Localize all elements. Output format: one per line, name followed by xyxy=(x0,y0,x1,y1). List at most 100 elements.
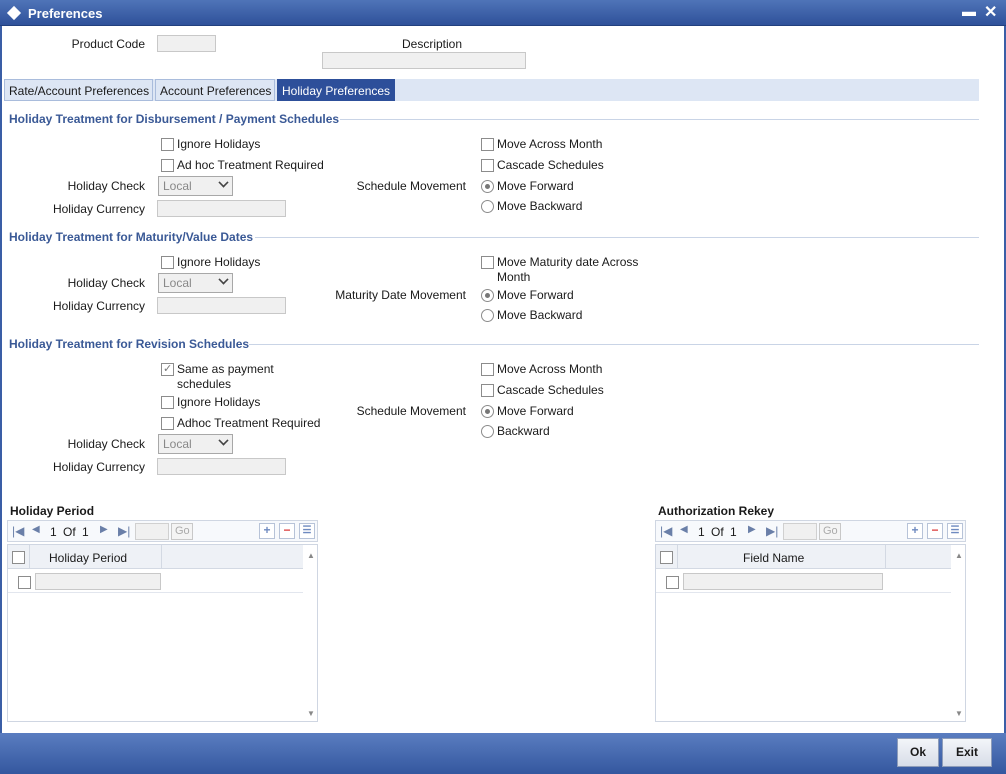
move-across-month-label: Move Across Month xyxy=(497,137,603,151)
same-as-payment-checkbox[interactable] xyxy=(161,362,174,376)
holiday-currency-label: Holiday Currency xyxy=(52,202,145,216)
window-title: Preferences xyxy=(28,6,103,21)
tab-account-preferences[interactable]: Account Preferences xyxy=(155,79,275,101)
backward-radio[interactable] xyxy=(481,425,494,438)
scroll-down-icon[interactable]: ▼ xyxy=(307,709,315,718)
move-forward-radio[interactable] xyxy=(481,289,494,302)
ignore-holidays-checkbox[interactable] xyxy=(161,138,174,151)
cascade-schedules-checkbox[interactable] xyxy=(481,384,494,397)
move-backward-radio[interactable] xyxy=(481,200,494,213)
schedule-movement-label: Schedule Movement xyxy=(356,404,466,418)
go-button[interactable]: Go xyxy=(171,523,193,540)
holiday-check-select[interactable]: Local xyxy=(158,434,233,454)
first-page-icon[interactable]: |◀ xyxy=(660,524,672,538)
move-backward-radio[interactable] xyxy=(481,309,494,322)
page-of-label: Of xyxy=(711,525,724,539)
scroll-up-icon[interactable]: ▲ xyxy=(307,551,315,560)
holiday-period-grid-title: Holiday Period xyxy=(10,504,95,518)
move-forward-radio[interactable] xyxy=(481,405,494,418)
grid-header-row: Field Name xyxy=(656,545,951,569)
table-row xyxy=(8,569,303,593)
next-page-icon[interactable]: ▶ xyxy=(100,524,108,535)
minimize-icon[interactable]: ▬ xyxy=(962,3,976,19)
prev-page-icon[interactable]: ◀ xyxy=(680,524,688,535)
cascade-schedules-checkbox[interactable] xyxy=(481,159,494,172)
chevron-down-icon xyxy=(218,274,229,285)
adhoc-treatment-label: Ad hoc Treatment Required xyxy=(177,158,324,172)
add-row-icon[interactable]: + xyxy=(907,523,923,539)
tab-rate-account-preferences[interactable]: Rate/Account Preferences xyxy=(4,79,153,101)
select-all-checkbox[interactable] xyxy=(12,551,25,564)
prev-page-icon[interactable]: ◀ xyxy=(32,524,40,535)
description-label: Description xyxy=(402,37,463,51)
title-bar xyxy=(0,0,1006,26)
go-button[interactable]: Go xyxy=(819,523,841,540)
holiday-check-label: Holiday Check xyxy=(67,179,145,193)
adhoc-treatment-checkbox[interactable] xyxy=(161,417,174,430)
ok-button[interactable]: Ok xyxy=(897,738,939,767)
field-name-cell[interactable] xyxy=(683,573,883,590)
add-row-icon[interactable]: + xyxy=(259,523,275,539)
row-checkbox[interactable] xyxy=(666,576,679,589)
list-view-icon[interactable]: ☰ xyxy=(947,523,963,539)
select-all-checkbox[interactable] xyxy=(660,551,673,564)
holiday-period-cell[interactable] xyxy=(35,573,161,590)
last-page-icon[interactable]: ▶| xyxy=(118,524,130,538)
holiday-check-select[interactable]: Local xyxy=(158,176,233,196)
list-view-icon[interactable]: ☰ xyxy=(299,523,315,539)
page-total: 1 xyxy=(82,525,89,539)
section-title-maturity: Holiday Treatment for Maturity/Value Dat… xyxy=(9,230,254,244)
schedule-movement-label: Schedule Movement xyxy=(356,179,466,193)
page-of-label: Of xyxy=(63,525,76,539)
exit-button[interactable]: Exit xyxy=(942,738,992,767)
row-checkbox[interactable] xyxy=(18,576,31,589)
holiday-currency-label: Holiday Currency xyxy=(52,299,145,313)
ignore-holidays-label: Ignore Holidays xyxy=(177,255,261,269)
holiday-check-label: Holiday Check xyxy=(67,276,145,290)
move-across-month-checkbox[interactable] xyxy=(481,363,494,376)
holiday-currency-field[interactable] xyxy=(157,297,286,314)
ignore-holidays-checkbox[interactable] xyxy=(161,396,174,409)
description-field[interactable] xyxy=(322,52,526,69)
holiday-check-value: Local xyxy=(163,276,192,290)
column-divider xyxy=(29,545,30,569)
holiday-period-toolbar: |◀ ◀ 1 Of 1 ▶ ▶| Go + − ☰ xyxy=(7,520,318,542)
grid-header-row: Holiday Period xyxy=(8,545,303,569)
scroll-down-icon[interactable]: ▼ xyxy=(955,709,963,718)
section-title-disbursement: Holiday Treatment for Disbursement / Pay… xyxy=(9,112,340,126)
maturity-date-movement-label: Maturity Date Movement xyxy=(335,288,466,302)
table-row xyxy=(656,569,951,593)
last-page-icon[interactable]: ▶| xyxy=(766,524,778,538)
move-forward-label: Move Forward xyxy=(497,288,574,302)
column-divider xyxy=(161,545,162,569)
holiday-check-value: Local xyxy=(163,437,192,451)
column-header-field-name: Field Name xyxy=(743,551,805,565)
scroll-up-icon[interactable]: ▲ xyxy=(955,551,963,560)
first-page-icon[interactable]: |◀ xyxy=(12,524,24,538)
tab-holiday-preferences[interactable]: Holiday Preferences xyxy=(277,79,395,101)
auth-rekey-grid-title: Authorization Rekey xyxy=(658,504,775,518)
product-code-field[interactable] xyxy=(157,35,216,52)
holiday-currency-field[interactable] xyxy=(157,200,286,217)
chevron-down-icon xyxy=(218,435,229,446)
adhoc-treatment-checkbox[interactable] xyxy=(161,159,174,172)
page-jump-input[interactable] xyxy=(135,523,169,540)
move-maturity-across-month-checkbox[interactable] xyxy=(481,256,494,269)
remove-row-icon[interactable]: − xyxy=(279,523,295,539)
holiday-currency-field[interactable] xyxy=(157,458,286,475)
holiday-check-select[interactable]: Local xyxy=(158,273,233,293)
move-forward-label: Move Forward xyxy=(497,404,574,418)
close-icon[interactable]: ✕ xyxy=(984,2,997,22)
move-across-month-label: Move Across Month xyxy=(497,362,603,376)
next-page-icon[interactable]: ▶ xyxy=(748,524,756,535)
move-maturity-label-line2: Month xyxy=(497,270,531,284)
same-as-payment-label-line2: schedules xyxy=(177,377,232,391)
ignore-holidays-checkbox[interactable] xyxy=(161,256,174,269)
remove-row-icon[interactable]: − xyxy=(927,523,943,539)
page-current: 1 xyxy=(50,525,57,539)
move-across-month-checkbox[interactable] xyxy=(481,138,494,151)
move-forward-radio[interactable] xyxy=(481,180,494,193)
page-jump-input[interactable] xyxy=(783,523,817,540)
holiday-check-label: Holiday Check xyxy=(67,437,145,451)
move-backward-label: Move Backward xyxy=(497,199,583,213)
